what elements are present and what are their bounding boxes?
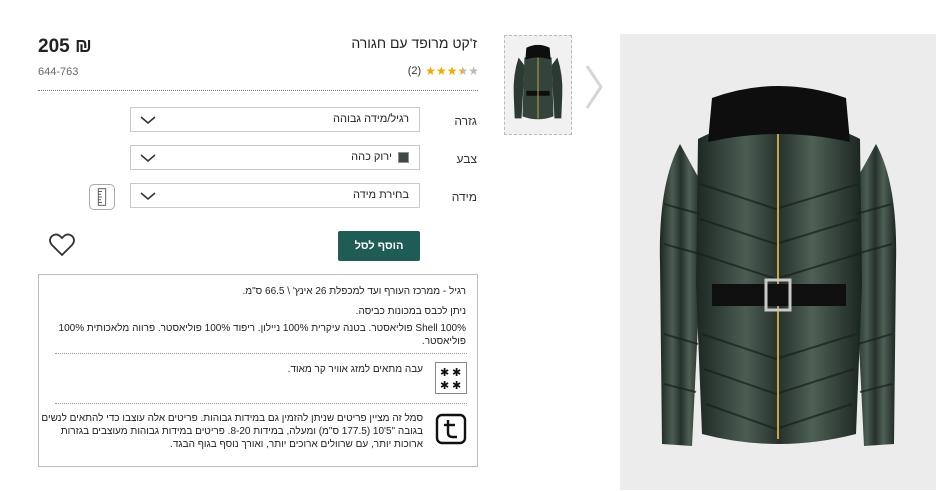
product-price: 205 ₪	[38, 36, 92, 57]
fit-note: רגיל - ממרכז העורף ועד למכפלת 26 אינץ' \…	[242, 286, 466, 297]
warmth-note: עבה מתאים למזג אוויר קר מאוד.	[287, 364, 423, 375]
size-value: בחירת מידה	[352, 189, 409, 201]
details-divider	[55, 353, 467, 354]
size-select[interactable]: בחירת מידה	[130, 183, 420, 208]
product-details-box: רגיל - ממרכז העורף ועד למכפלת 26 אינץ' \…	[38, 274, 478, 467]
star-icon: ★	[446, 64, 458, 78]
product-title: ז'קט מרופד עם חגורה	[351, 35, 477, 51]
chevron-down-icon	[140, 192, 156, 201]
color-value: ירוק כהה	[351, 151, 392, 163]
rating[interactable]: (2) ★ ★ ★ ★ ★	[408, 65, 479, 77]
tall-note: סמל זה מציין פריטים שניתן להזמין גם במיד…	[41, 413, 423, 450]
color-select[interactable]: ירוק כהה	[130, 145, 420, 170]
color-swatch	[398, 151, 409, 163]
fit-value: רגיל/מידה גבוהה	[333, 113, 409, 125]
svg-text:✱: ✱	[440, 379, 449, 392]
wash-note: ניתן לכבס במכונות כביסה.	[355, 306, 466, 317]
size-label: מידה	[451, 190, 477, 204]
size-guide-ruler-icon[interactable]	[89, 184, 115, 210]
carousel-chevron-right-icon[interactable]	[585, 64, 603, 110]
color-label: צבע	[456, 152, 477, 166]
main-product-image[interactable]	[620, 34, 936, 490]
star-icon: ★	[435, 64, 447, 78]
snowflake-icon: ✱ ✱ ✱ ✱	[435, 362, 467, 394]
fit-label: גזרה	[454, 114, 477, 128]
tall-t-icon	[435, 413, 467, 445]
svg-text:✱: ✱	[452, 379, 461, 392]
rating-stars: ★ ★ ★ ★ ★	[425, 65, 479, 77]
product-thumbnail[interactable]	[504, 35, 572, 135]
rating-count: (2)	[407, 65, 422, 77]
composition-note: Shell 100% פוליאסטר. בטנה עיקרית 100% ני…	[58, 323, 466, 347]
star-half-icon: ★	[457, 64, 469, 78]
star-empty-icon: ★	[468, 64, 479, 78]
chevron-down-icon	[140, 154, 156, 163]
star-icon: ★	[425, 64, 436, 78]
product-sku: 644-763	[38, 66, 79, 78]
favorite-heart-icon[interactable]	[48, 232, 76, 258]
fit-select[interactable]: רגיל/מידה גבוהה	[130, 107, 420, 132]
header-divider	[38, 90, 478, 91]
svg-text:✱: ✱	[440, 366, 449, 379]
details-divider	[55, 403, 467, 404]
add-to-bag-button[interactable]: הוסף לסל	[338, 231, 420, 261]
chevron-down-icon	[140, 116, 156, 125]
svg-text:✱: ✱	[452, 366, 461, 379]
